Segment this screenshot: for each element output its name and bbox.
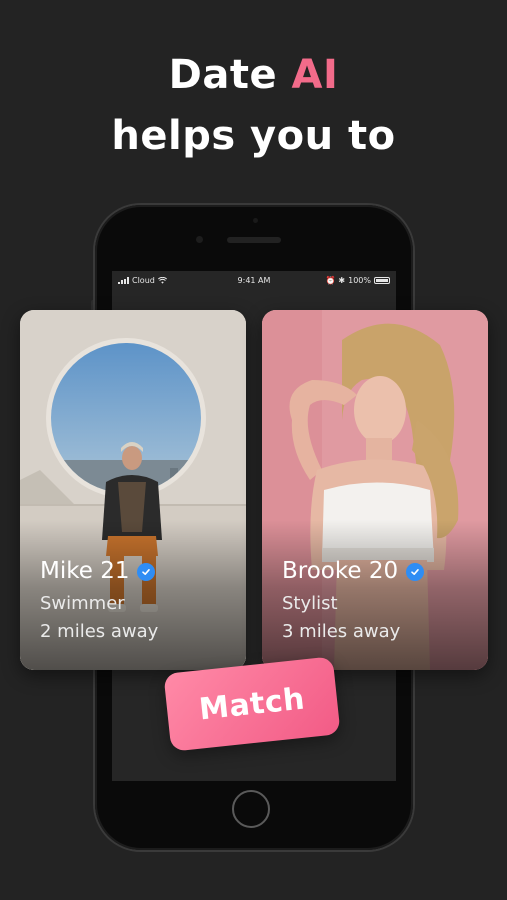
status-bar: Cloud 9:41 AM ⏰ ✱ 100%	[112, 271, 396, 289]
profile-occupation: Swimmer	[40, 593, 125, 614]
headline-ai-text: AI	[291, 52, 339, 98]
battery-percent: 100%	[348, 276, 371, 285]
phone-front-camera	[196, 236, 203, 243]
profile-card-brooke[interactable]: Brooke 20 Stylist 3 miles away	[262, 310, 488, 670]
phone-speaker	[227, 237, 281, 243]
phone-home-button[interactable]	[232, 790, 270, 828]
bluetooth-icon: ✱	[338, 276, 346, 285]
profile-name: Mike	[40, 558, 93, 584]
phone-sensor	[253, 218, 258, 223]
alarm-icon: ⏰	[325, 276, 336, 285]
verified-badge-icon	[137, 562, 156, 581]
headline-line-2: helps you to	[111, 113, 396, 159]
name-row: Brooke 20	[282, 558, 425, 584]
profile-distance: 3 miles away	[282, 621, 401, 642]
profile-distance: 2 miles away	[40, 621, 159, 642]
card-info-brooke: Brooke 20 Stylist 3 miles away	[282, 558, 425, 642]
status-right: ⏰ ✱ 100%	[325, 276, 390, 285]
profile-age: 21	[100, 558, 130, 584]
card-info-mike: Mike 21 Swimmer 2 miles away	[40, 560, 158, 641]
profile-occupation: Stylist	[282, 593, 338, 614]
headline-date-text: Date	[168, 52, 278, 98]
name-row: Mike 21	[40, 560, 158, 583]
headline-line-1: Date AI	[0, 55, 507, 95]
profile-name: Brooke	[282, 558, 362, 584]
profile-card-mike[interactable]: Mike 21 Swimmer 2 miles away	[20, 310, 246, 670]
battery-icon	[374, 277, 390, 284]
profile-age: 20	[368, 558, 399, 584]
verified-badge-icon	[406, 562, 425, 581]
